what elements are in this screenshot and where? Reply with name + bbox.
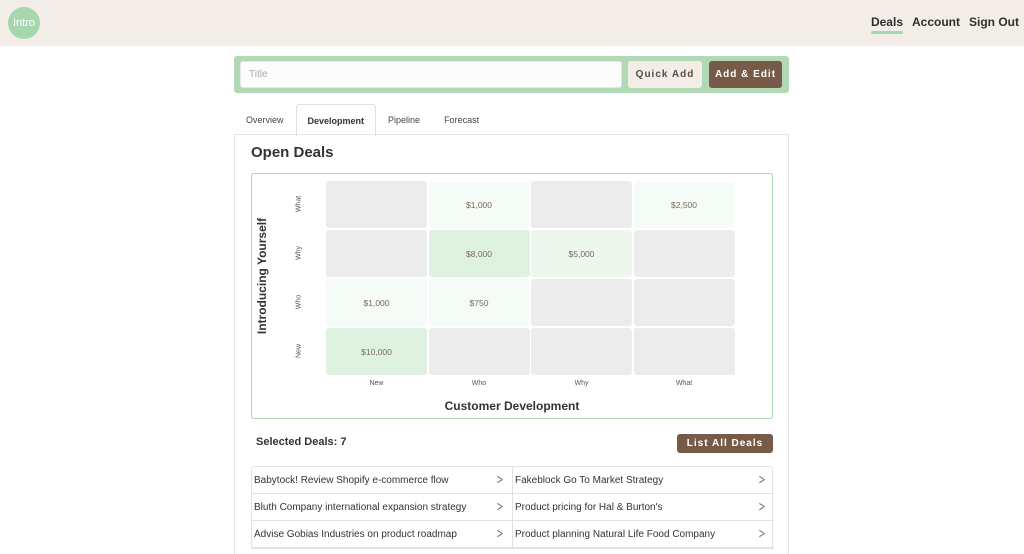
matrix-cell[interactable] bbox=[326, 181, 427, 228]
column-label: New bbox=[369, 380, 384, 387]
deal-title: Bluth Company international expansion st… bbox=[254, 501, 467, 513]
x-axis-title: Customer Development bbox=[444, 399, 580, 413]
deal-list: Babytock! Review Shopify e-commerce flow… bbox=[251, 466, 774, 549]
deal-list-item[interactable]: Product planning Natural Life Food Compa… bbox=[513, 521, 774, 548]
deal-list-item[interactable]: Babytock! Review Shopify e-commerce flow… bbox=[252, 467, 513, 494]
matrix-cell[interactable]: $2,500 bbox=[633, 181, 735, 228]
column-label: Why bbox=[574, 380, 589, 387]
list-all-deals-button[interactable]: List All Deals bbox=[677, 434, 773, 453]
tab-development[interactable]: Development bbox=[295, 104, 377, 136]
tab-overview[interactable]: Overview bbox=[234, 104, 296, 135]
quick-add-button[interactable]: Quick Add bbox=[628, 61, 702, 88]
development-panel: Open Deals Introducing Yourself Customer… bbox=[234, 134, 789, 554]
row-label-text: What bbox=[295, 195, 303, 213]
add-edit-button[interactable]: Add & Edit bbox=[709, 61, 782, 88]
logo[interactable]: Intro bbox=[8, 7, 40, 39]
deal-title: Fakeblock Go To Market Strategy bbox=[515, 474, 664, 486]
row-label-text: Who bbox=[295, 294, 303, 310]
matrix-cell[interactable]: $750 bbox=[428, 279, 530, 326]
main-nav: Deals Account Sign Out bbox=[870, 15, 1019, 34]
title-input[interactable] bbox=[240, 61, 622, 88]
matrix-cell[interactable]: $10,000 bbox=[326, 328, 427, 375]
matrix-cell[interactable]: $5,000 bbox=[531, 230, 632, 277]
matrix-cell[interactable] bbox=[633, 328, 735, 375]
matrix-cell[interactable] bbox=[633, 230, 735, 277]
tab-forecast[interactable]: Forecast bbox=[432, 104, 491, 135]
deal-matrix: Introducing Yourself Customer Developmen… bbox=[251, 173, 773, 419]
matrix-cell[interactable] bbox=[531, 279, 632, 326]
deal-title: Advise Gobias Industries on product road… bbox=[254, 528, 457, 540]
deal-list-item[interactable]: Advise Gobias Industries on product road… bbox=[252, 521, 513, 548]
deal-title: Product pricing for Hal & Burton's bbox=[515, 501, 663, 513]
matrix-cell[interactable] bbox=[531, 328, 632, 375]
tab-pipeline[interactable]: Pipeline bbox=[376, 104, 432, 135]
deal-title: Product planning Natural Life Food Compa… bbox=[515, 528, 716, 540]
nav-deals[interactable]: Deals bbox=[870, 15, 904, 34]
nav-account[interactable]: Account bbox=[912, 15, 960, 29]
matrix-cell[interactable]: $8,000 bbox=[428, 230, 530, 277]
y-axis-title-text: Introducing Yourself bbox=[255, 217, 269, 335]
chevron-right-icon[interactable]: > bbox=[759, 499, 766, 515]
add-deal-bar: Quick Add Add & Edit bbox=[234, 56, 789, 93]
deal-title: Babytock! Review Shopify e-commerce flow bbox=[254, 474, 449, 486]
column-label: Who bbox=[471, 380, 487, 387]
tab-bar: Overview Development Pipeline Forecast bbox=[234, 104, 491, 136]
matrix-cell[interactable] bbox=[633, 279, 735, 326]
deal-list-item[interactable]: Fakeblock Go To Market Strategy > bbox=[513, 467, 774, 494]
row-label-text: Why bbox=[295, 246, 303, 260]
row-label-text: New bbox=[295, 343, 303, 359]
column-label: What bbox=[675, 380, 693, 387]
chevron-right-icon[interactable]: > bbox=[497, 499, 504, 515]
deal-list-item[interactable]: Product pricing for Hal & Burton's > bbox=[513, 494, 774, 521]
panel-title: Open Deals bbox=[251, 144, 334, 161]
chevron-right-icon[interactable]: > bbox=[497, 472, 504, 488]
chevron-right-icon[interactable]: > bbox=[759, 472, 766, 488]
top-bar: Intro Deals Account Sign Out bbox=[0, 0, 1024, 46]
matrix-cell[interactable] bbox=[428, 328, 530, 375]
nav-sign-out[interactable]: Sign Out bbox=[969, 15, 1019, 29]
selected-deals-count: Selected Deals: 7 bbox=[256, 436, 347, 448]
deal-list-item[interactable]: Bluth Company international expansion st… bbox=[252, 494, 513, 521]
matrix-cell[interactable] bbox=[531, 181, 632, 228]
matrix-cell[interactable]: $1,000 bbox=[428, 181, 530, 228]
matrix-cell[interactable] bbox=[326, 230, 427, 277]
matrix-cell[interactable]: $1,000 bbox=[326, 279, 427, 326]
